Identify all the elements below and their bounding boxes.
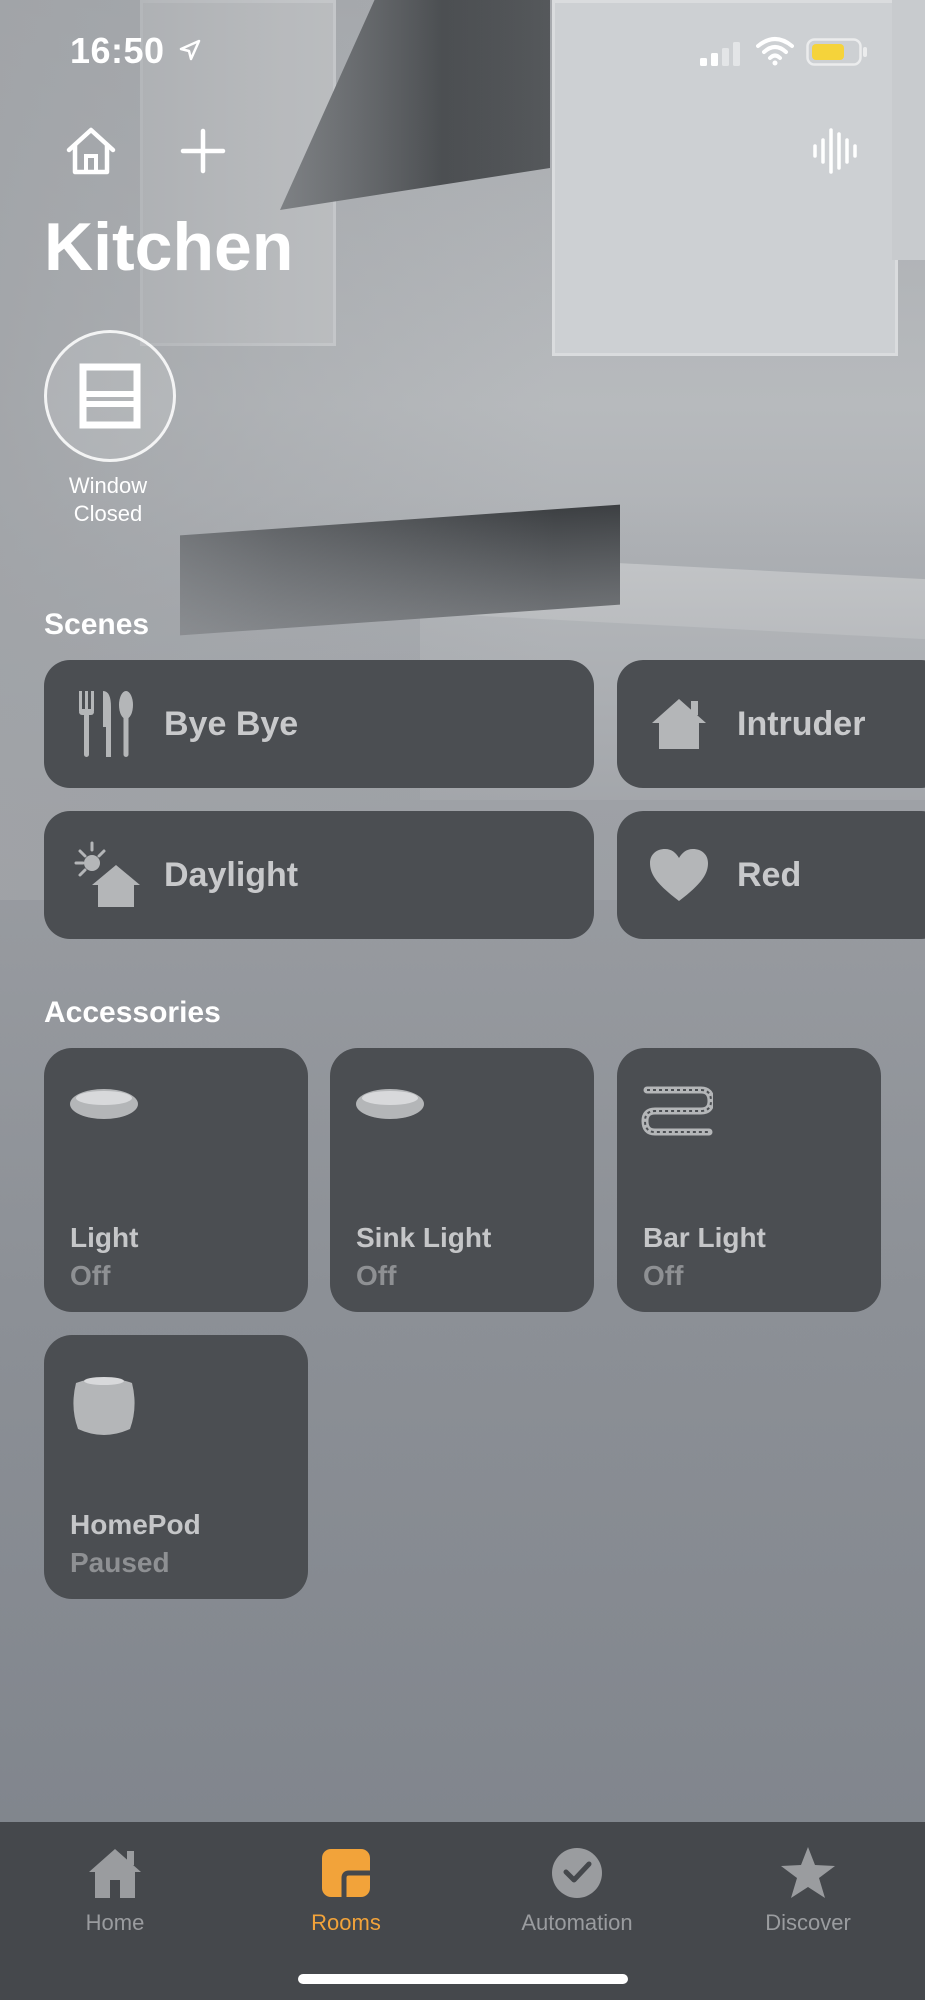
accessory-name: Light (70, 1222, 139, 1253)
scene-label: Bye Bye (164, 704, 299, 743)
star-icon (708, 1840, 908, 1906)
scene-label: Daylight (164, 855, 299, 894)
tab-home[interactable]: Home (15, 1840, 215, 1936)
page-title: Kitchen (44, 209, 294, 285)
tab-automation[interactable]: Automation (477, 1840, 677, 1936)
automation-icon (477, 1840, 677, 1906)
home-indicator[interactable] (298, 1974, 628, 1984)
accessory-light[interactable]: Light Off (44, 1048, 308, 1312)
window-status-tile[interactable] (44, 330, 176, 462)
scene-intruder[interactable]: Intruder (617, 660, 925, 788)
tab-discover[interactable]: Discover (708, 1840, 908, 1936)
accessories-heading: Accessories (44, 996, 221, 1029)
accessory-name: HomePod (70, 1509, 201, 1540)
status-bar: 16:50 (0, 0, 925, 104)
accessory-name: Bar Light (643, 1222, 766, 1253)
scenes-heading: Scenes (44, 608, 150, 641)
battery-icon (806, 38, 867, 66)
house-icon (639, 684, 719, 764)
utensils-icon (66, 684, 146, 764)
waveform-icon (813, 128, 857, 174)
scene-daylight[interactable]: Daylight (44, 811, 594, 939)
scene-label: Intruder (737, 704, 866, 743)
scene-bye-bye[interactable]: Bye Bye (44, 660, 594, 788)
home-icon (15, 1840, 215, 1906)
wifi-icon (756, 37, 794, 66)
rooms-icon (246, 1840, 446, 1906)
cellular-signal-icon (700, 42, 740, 66)
accessory-homepod[interactable]: HomePod Paused (44, 1335, 308, 1599)
ceiling-light-icon (356, 1089, 424, 1119)
status-time: 16:50 (70, 30, 165, 71)
intercom-button[interactable] (806, 122, 864, 180)
house-outline-icon (66, 127, 116, 175)
scene-red[interactable]: Red (617, 811, 925, 939)
accessory-state: Off (643, 1260, 684, 1291)
plus-icon (180, 128, 226, 174)
accessory-name: Sink Light (356, 1222, 492, 1253)
window-icon (79, 363, 141, 429)
sun-house-icon (66, 835, 146, 915)
accessory-bar-light[interactable]: Bar Light Off (617, 1048, 881, 1312)
accessory-state: Off (356, 1260, 397, 1291)
tab-rooms[interactable]: Rooms (246, 1840, 446, 1936)
home-button[interactable] (62, 122, 120, 180)
light-strip-icon (641, 1086, 713, 1136)
accessory-sink-light[interactable]: Sink Light Off (330, 1048, 594, 1312)
homepod-icon (73, 1377, 135, 1435)
ceiling-light-icon (70, 1089, 138, 1119)
location-arrow-icon (179, 39, 201, 61)
scene-label: Red (737, 855, 802, 894)
add-button[interactable] (174, 122, 232, 180)
accessory-state: Off (70, 1260, 111, 1291)
accessory-state: Paused (70, 1547, 170, 1578)
heart-icon (639, 835, 719, 915)
window-status-label: Window Closed (68, 473, 148, 526)
